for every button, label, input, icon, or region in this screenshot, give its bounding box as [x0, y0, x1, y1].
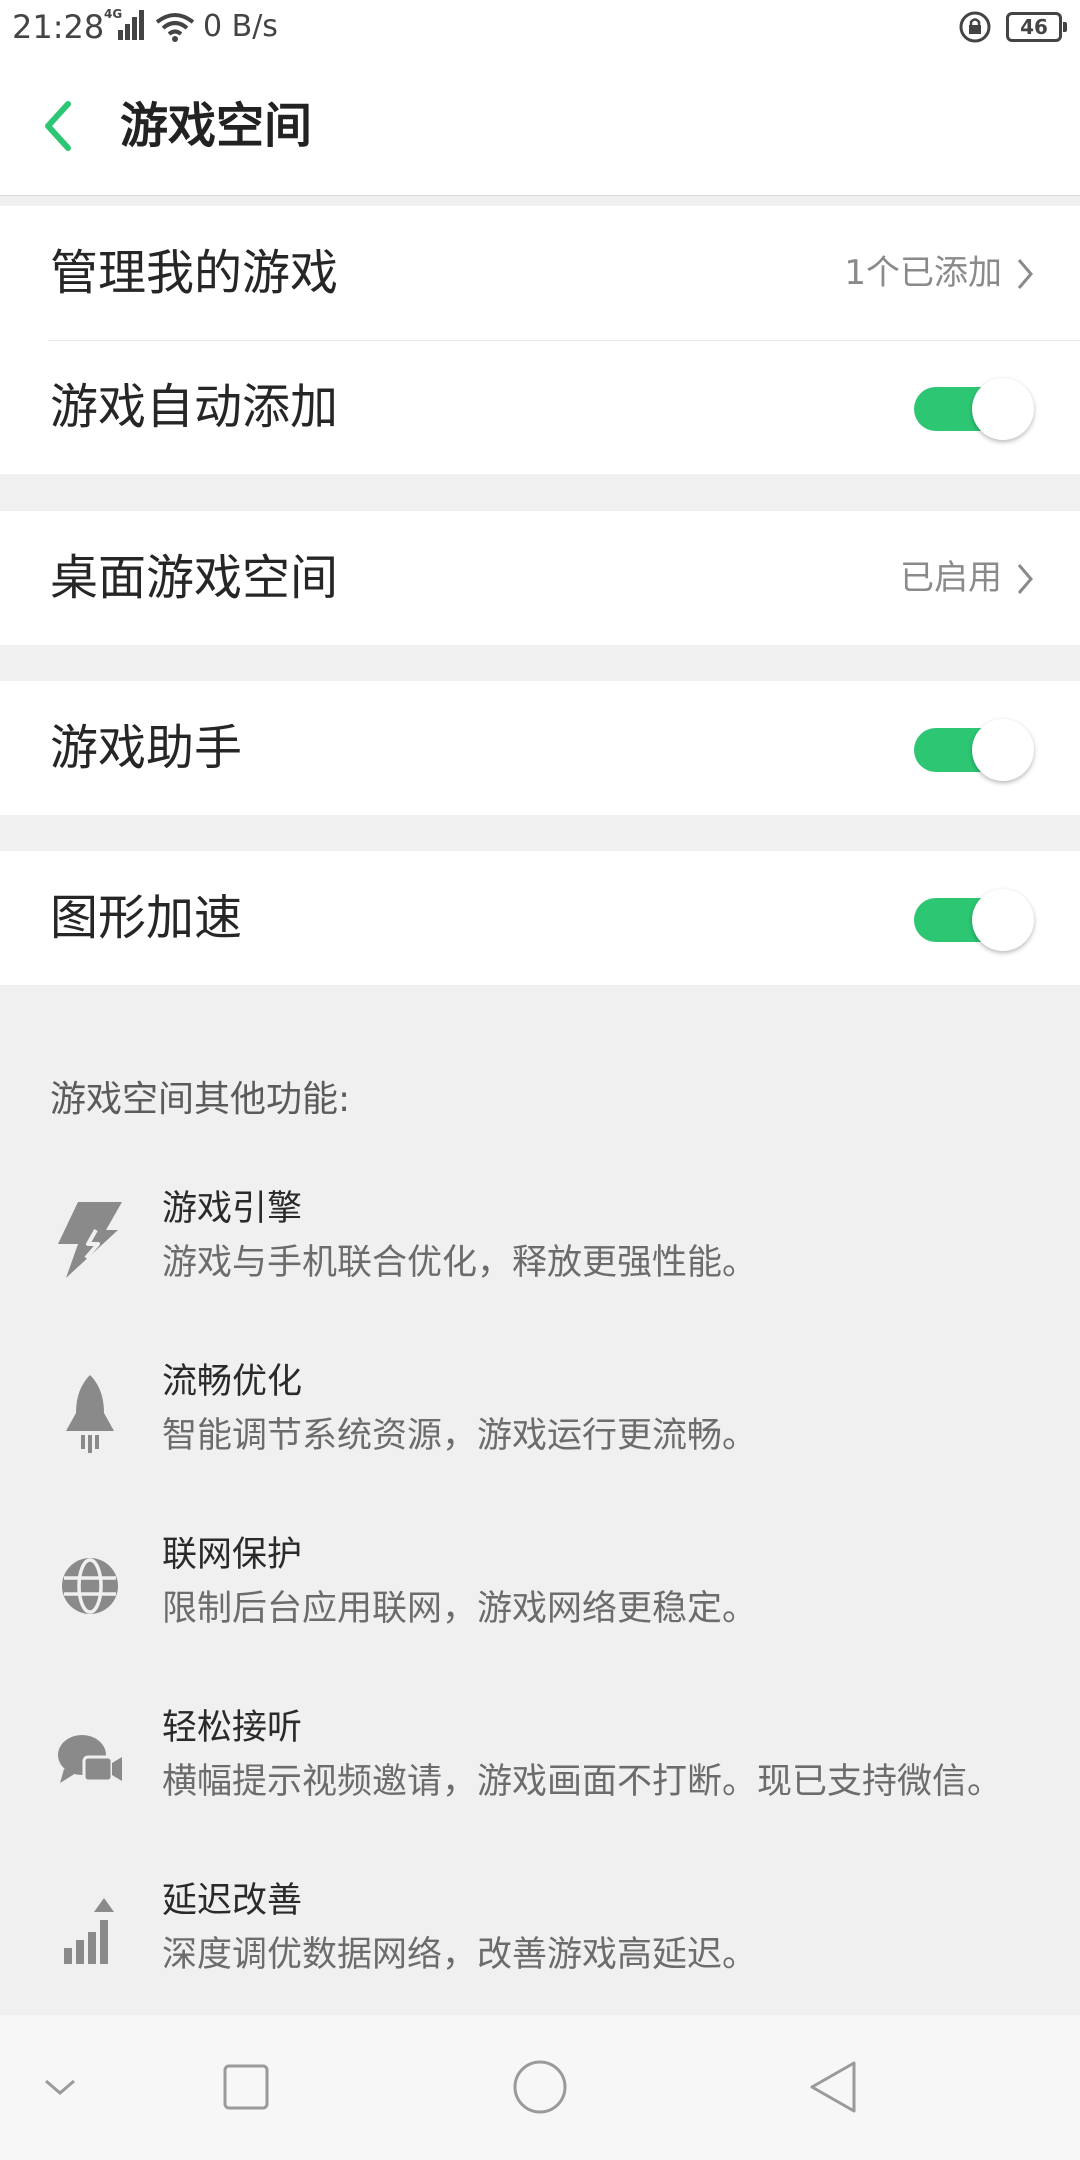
- battery-icon: 46: [1006, 12, 1067, 42]
- feature-title: 轻松接听: [162, 1708, 303, 1748]
- back-arrow-icon[interactable]: [38, 98, 78, 154]
- desktop-space-card: 桌面游戏空间 已启用: [0, 511, 1080, 645]
- feature-network-protection: 联网保护 限制后台应用联网，游戏网络更稳定。: [0, 1506, 1080, 1656]
- rotation-lock-icon: [959, 11, 991, 43]
- feature-description: 限制后台应用联网，游戏网络更稳定。: [162, 1589, 758, 1629]
- assistant-card: 游戏助手: [0, 681, 1080, 815]
- assistant-toggle[interactable]: [914, 719, 1034, 781]
- graphics-card: 图形加速: [0, 851, 1080, 985]
- app-header: 游戏空间: [0, 56, 1080, 196]
- recents-square-icon[interactable]: [210, 2051, 282, 2123]
- rocket-icon: [66, 1375, 114, 1453]
- toggle-knob: [972, 889, 1034, 951]
- page-title: 游戏空间: [120, 98, 313, 154]
- chevron-right-icon: [1017, 259, 1033, 289]
- battery-level: 46: [1020, 15, 1048, 39]
- toggle-knob: [972, 378, 1034, 440]
- feature-title: 游戏引擎: [162, 1189, 303, 1229]
- chevron-down-icon[interactable]: [24, 2051, 96, 2123]
- manage-games-value: 1个已添加: [844, 253, 1002, 293]
- feature-description: 横幅提示视频邀请，游戏画面不打断。现已支持微信。: [162, 1762, 1003, 1802]
- auto-add-row: 游戏自动添加: [0, 340, 1080, 474]
- manage-games-label: 管理我的游戏: [50, 245, 339, 301]
- feature-title: 延迟改善: [162, 1881, 303, 1921]
- lightning-icon: [58, 1202, 122, 1278]
- status-time: 21:28: [12, 8, 105, 46]
- feature-description: 游戏与手机联合优化，释放更强性能。: [162, 1243, 758, 1283]
- feature-latency-improvement: 延迟改善 深度调优数据网络，改善游戏高延迟。: [0, 1852, 1080, 2002]
- wifi-icon: [155, 13, 195, 42]
- video-chat-icon: [58, 1735, 122, 1783]
- games-card: 管理我的游戏 1个已添加 游戏自动添加: [0, 206, 1080, 474]
- feature-description: 智能调节系统资源，游戏运行更流畅。: [162, 1416, 758, 1456]
- globe-icon: [62, 1558, 118, 1614]
- feature-game-engine: 游戏引擎 游戏与手机联合优化，释放更强性能。: [0, 1160, 1080, 1310]
- status-bar: 21:28 4G 0 B/s 46: [0, 0, 1080, 56]
- home-circle-icon[interactable]: [504, 2051, 576, 2123]
- signal-bars-icon: [64, 1898, 114, 1964]
- desktop-space-label: 桌面游戏空间: [50, 550, 339, 606]
- feature-title: 联网保护: [162, 1535, 303, 1575]
- graphics-acceleration-toggle[interactable]: [914, 889, 1034, 951]
- back-triangle-icon[interactable]: [798, 2051, 870, 2123]
- toggle-knob: [972, 719, 1034, 781]
- desktop-space-value: 已启用: [900, 558, 1002, 598]
- desktop-space-row[interactable]: 桌面游戏空间 已启用: [0, 511, 1080, 645]
- chevron-right-icon: [1017, 564, 1033, 594]
- assistant-label: 游戏助手: [50, 720, 243, 776]
- feature-smooth-optimization: 流畅优化 智能调节系统资源，游戏运行更流畅。: [0, 1333, 1080, 1483]
- navigation-bar: [0, 2015, 1080, 2160]
- auto-add-label: 游戏自动添加: [50, 379, 339, 435]
- graphics-acceleration-label: 图形加速: [50, 890, 243, 946]
- network-speed: 0 B/s: [203, 9, 278, 44]
- other-features-heading: 游戏空间其他功能:: [50, 1079, 351, 1120]
- feature-title: 流畅优化: [162, 1362, 303, 1402]
- graphics-acceleration-row: 图形加速: [0, 851, 1080, 985]
- feature-description: 深度调优数据网络，改善游戏高延迟。: [162, 1935, 758, 1975]
- manage-games-row[interactable]: 管理我的游戏 1个已添加: [0, 206, 1080, 340]
- assistant-row: 游戏助手: [0, 681, 1080, 815]
- cellular-signal-icon: 4G: [104, 8, 144, 44]
- auto-add-toggle[interactable]: [914, 378, 1034, 440]
- feature-easy-answer: 轻松接听 横幅提示视频邀请，游戏画面不打断。现已支持微信。: [0, 1679, 1080, 1829]
